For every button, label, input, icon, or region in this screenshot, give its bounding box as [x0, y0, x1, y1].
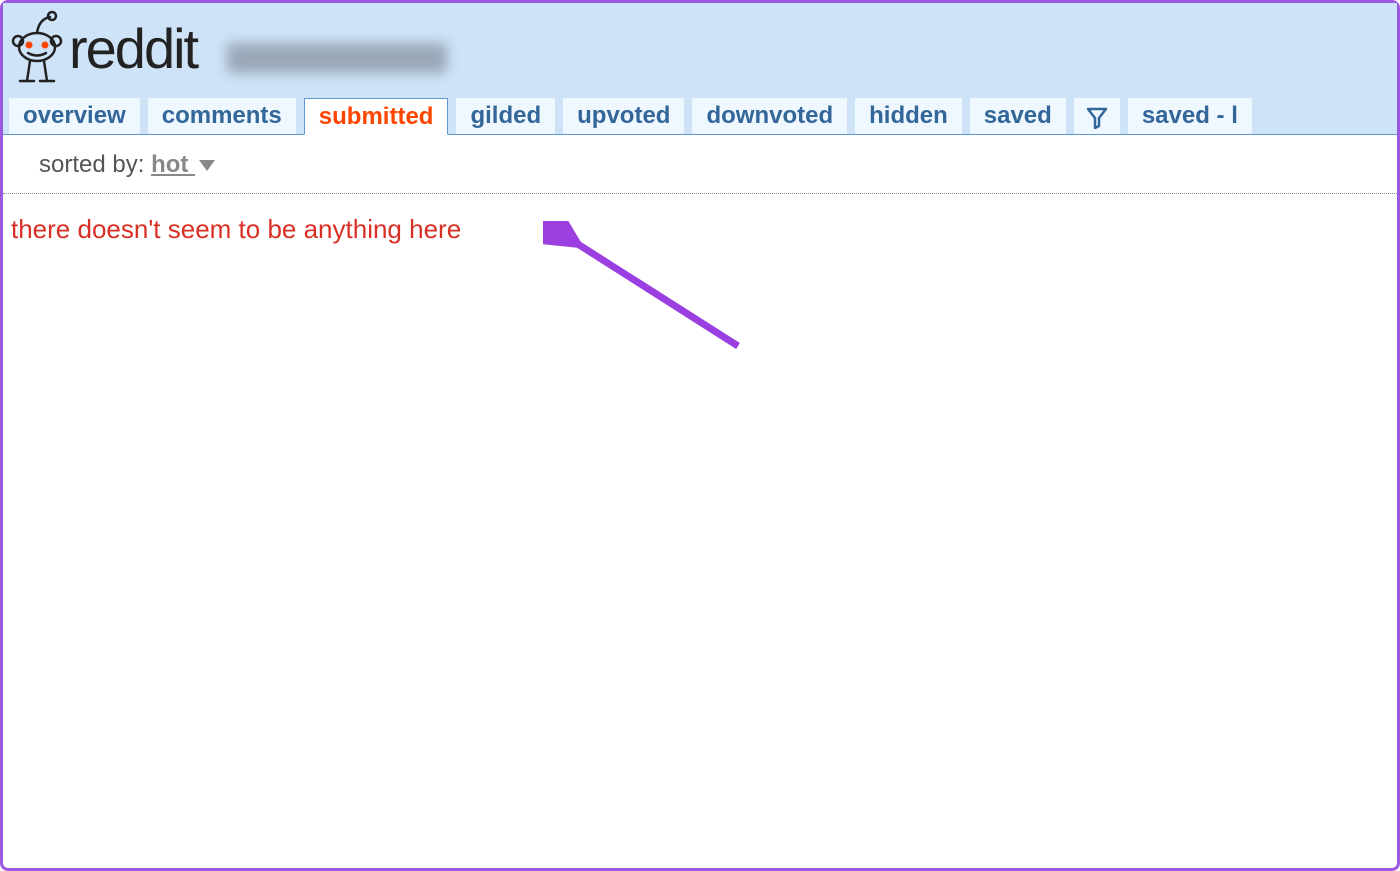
tab-submitted[interactable]: submitted — [304, 98, 449, 135]
tab-filter[interactable] — [1074, 98, 1120, 135]
tab-saved[interactable]: saved — [970, 98, 1066, 135]
empty-message: there doesn't seem to be anything here — [3, 194, 1397, 245]
sort-value-text: hot — [151, 151, 188, 178]
tab-gilded[interactable]: gilded — [456, 98, 555, 135]
tab-saved-l[interactable]: saved - l — [1128, 98, 1252, 135]
tab-upvoted[interactable]: upvoted — [563, 98, 684, 135]
reddit-logo[interactable]: reddit — [11, 9, 197, 87]
sort-dropdown[interactable]: hot — [151, 151, 215, 178]
username-blurred — [227, 43, 447, 73]
chevron-down-icon — [199, 160, 215, 171]
annotation-arrow — [543, 221, 763, 381]
logo-area: reddit — [3, 7, 1397, 87]
sort-bar: sorted by: hot — [3, 135, 1397, 194]
tabs: overview comments submitted gilded upvot… — [9, 98, 1397, 135]
tab-overview[interactable]: overview — [9, 98, 140, 135]
header: reddit overview comments submitted gilde… — [3, 3, 1397, 135]
reddit-alien-icon — [11, 9, 63, 87]
sort-label: sorted by: — [39, 151, 151, 178]
reddit-wordmark: reddit — [69, 16, 197, 81]
tab-downvoted[interactable]: downvoted — [692, 98, 847, 135]
tab-comments[interactable]: comments — [148, 98, 296, 135]
filter-icon — [1086, 106, 1108, 130]
tab-hidden[interactable]: hidden — [855, 98, 962, 135]
content: sorted by: hot there doesn't seem to be … — [3, 134, 1397, 245]
